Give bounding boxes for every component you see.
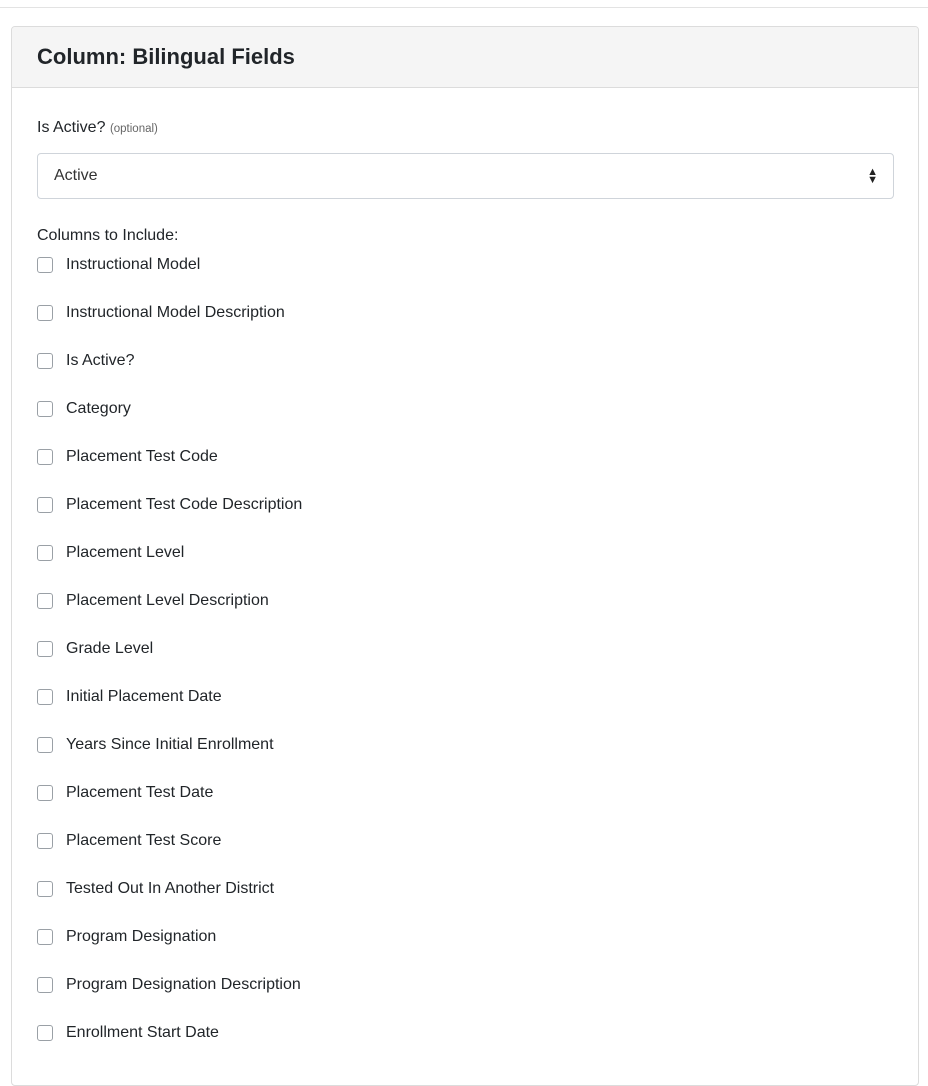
column-option[interactable]: Program Designation — [37, 927, 893, 975]
column-checkbox[interactable] — [37, 785, 53, 801]
column-option[interactable]: Placement Test Code Description — [37, 495, 893, 543]
top-divider — [0, 7, 928, 8]
is-active-label: Is Active? (optional) — [37, 118, 893, 139]
column-option-label: Program Designation Description — [66, 976, 301, 993]
column-option[interactable]: Category — [37, 399, 893, 447]
column-option[interactable]: Instructional Model — [37, 255, 893, 303]
column-checkbox[interactable] — [37, 305, 53, 321]
column-option[interactable]: Program Designation Description — [37, 975, 893, 1023]
column-option[interactable]: Years Since Initial Enrollment — [37, 735, 893, 783]
column-option[interactable]: Placement Test Score — [37, 831, 893, 879]
column-option[interactable]: Placement Test Code — [37, 447, 893, 495]
column-checkbox[interactable] — [37, 545, 53, 561]
optional-note: (optional) — [109, 123, 158, 135]
column-checkbox[interactable] — [37, 881, 53, 897]
column-checkbox[interactable] — [37, 593, 53, 609]
column-checkbox[interactable] — [37, 929, 53, 945]
is-active-select[interactable]: Active ▲ ▼ — [37, 153, 894, 199]
is-active-label-text: Is Active? — [37, 119, 106, 136]
column-option[interactable]: Instructional Model Description — [37, 303, 893, 351]
column-option[interactable]: Tested Out In Another District — [37, 879, 893, 927]
columns-to-include-label: Columns to Include: — [37, 227, 179, 244]
column-option-label: Placement Level — [66, 544, 185, 561]
column-option[interactable]: Enrollment Start Date — [37, 1023, 893, 1071]
column-option-label: Instructional Model Description — [66, 304, 285, 321]
column-checkbox[interactable] — [37, 449, 53, 465]
column-checkbox[interactable] — [37, 977, 53, 993]
column-checkbox[interactable] — [37, 689, 53, 705]
column-option-label: Program Designation — [66, 928, 217, 945]
column-option-label: Years Since Initial Enrollment — [66, 736, 274, 753]
is-active-selected-value: Active — [54, 167, 98, 184]
bilingual-fields-panel: Column: Bilingual Fields Is Active? (opt… — [11, 26, 919, 1086]
column-option-label: Initial Placement Date — [66, 688, 222, 705]
column-checkbox[interactable] — [37, 257, 53, 273]
select-arrows-icon: ▲ ▼ — [867, 166, 878, 186]
column-checkbox[interactable] — [37, 497, 53, 513]
column-checkbox[interactable] — [37, 641, 53, 657]
column-checkbox[interactable] — [37, 353, 53, 369]
column-option[interactable]: Placement Level Description — [37, 591, 893, 639]
column-checkbox[interactable] — [37, 1025, 53, 1041]
column-option[interactable]: Placement Level — [37, 543, 893, 591]
column-option-label: Is Active? — [66, 352, 135, 369]
panel-header: Column: Bilingual Fields — [12, 27, 918, 88]
column-option-label: Placement Test Code — [66, 448, 218, 465]
column-option[interactable]: Grade Level — [37, 639, 893, 687]
panel-body: Is Active? (optional) Active ▲ ▼ Columns … — [12, 118, 918, 1071]
column-option-label: Placement Test Score — [66, 832, 222, 849]
column-option[interactable]: Initial Placement Date — [37, 687, 893, 735]
column-option-label: Grade Level — [66, 640, 154, 657]
column-checkbox[interactable] — [37, 737, 53, 753]
column-option-label: Category — [66, 400, 131, 417]
columns-checklist: Instructional Model Instructional Model D… — [37, 255, 893, 1071]
column-checkbox[interactable] — [37, 401, 53, 417]
column-option[interactable]: Is Active? — [37, 351, 893, 399]
column-option-label: Placement Test Date — [66, 784, 214, 801]
column-option-label: Placement Test Code Description — [66, 496, 303, 513]
column-option-label: Tested Out In Another District — [66, 880, 275, 897]
column-option-label: Enrollment Start Date — [66, 1024, 219, 1041]
column-option-label: Instructional Model — [66, 256, 201, 273]
column-option[interactable]: Placement Test Date — [37, 783, 893, 831]
panel-title: Column: Bilingual Fields — [37, 44, 295, 69]
column-option-label: Placement Level Description — [66, 592, 269, 609]
column-checkbox[interactable] — [37, 833, 53, 849]
